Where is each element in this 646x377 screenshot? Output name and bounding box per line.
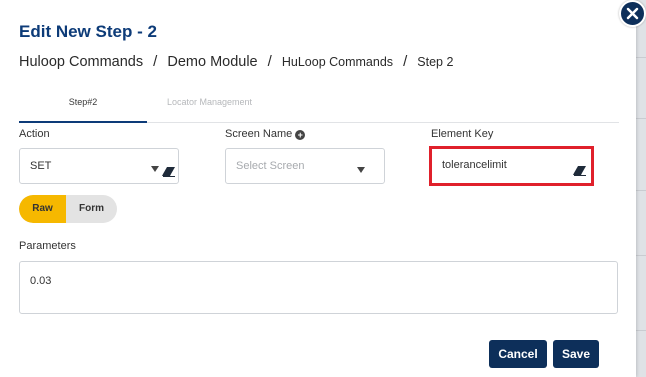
action-select[interactable]: SET: [19, 148, 179, 184]
parameters-label: Parameters: [19, 240, 76, 252]
breadcrumb-item[interactable]: HuLoop Commands: [282, 55, 393, 69]
breadcrumb-separator: /: [267, 53, 272, 70]
cancel-button[interactable]: Cancel: [489, 340, 547, 368]
save-button[interactable]: Save: [553, 340, 599, 368]
chevron-down-icon[interactable]: [357, 167, 365, 173]
toggle-form[interactable]: Form: [66, 195, 117, 223]
breadcrumb-separator: /: [403, 53, 408, 70]
eraser-icon[interactable]: [162, 167, 176, 177]
element-key-label: Element Key: [431, 128, 494, 140]
screen-name-label: Screen Name +: [225, 128, 306, 140]
tab-bar: Step#2 Locator Management: [19, 90, 619, 123]
tab-locator-management[interactable]: Locator Management: [147, 90, 272, 123]
screen-select-placeholder: Select Screen: [236, 160, 305, 172]
screen-name-label-text: Screen Name: [225, 128, 293, 140]
action-value: SET: [30, 160, 52, 172]
plus-circle-icon[interactable]: +: [295, 130, 306, 140]
mode-toggle: Raw Form: [19, 195, 117, 223]
breadcrumb-item[interactable]: Huloop Commands: [19, 54, 143, 70]
modal-title: Edit New Step - 2: [19, 22, 157, 41]
breadcrumb: Huloop Commands / Demo Module / HuLoop C…: [19, 53, 453, 70]
action-label: Action: [19, 128, 50, 140]
breadcrumb-current: Step 2: [417, 55, 454, 69]
close-icon[interactable]: [621, 2, 644, 25]
tab-step[interactable]: Step#2: [19, 90, 147, 123]
parameters-value: 0.03: [30, 275, 52, 287]
chevron-down-icon[interactable]: [151, 166, 159, 172]
toggle-raw[interactable]: Raw: [19, 195, 66, 223]
highlight-box: [429, 146, 594, 186]
parameters-textarea[interactable]: 0.03: [19, 261, 618, 314]
breadcrumb-item[interactable]: Demo Module: [167, 54, 257, 70]
close-button[interactable]: [619, 0, 646, 27]
breadcrumb-separator: /: [153, 53, 158, 70]
edit-step-modal: Edit New Step - 2 Huloop Commands / Demo…: [0, 0, 636, 377]
screen-select[interactable]: Select Screen: [225, 148, 385, 184]
